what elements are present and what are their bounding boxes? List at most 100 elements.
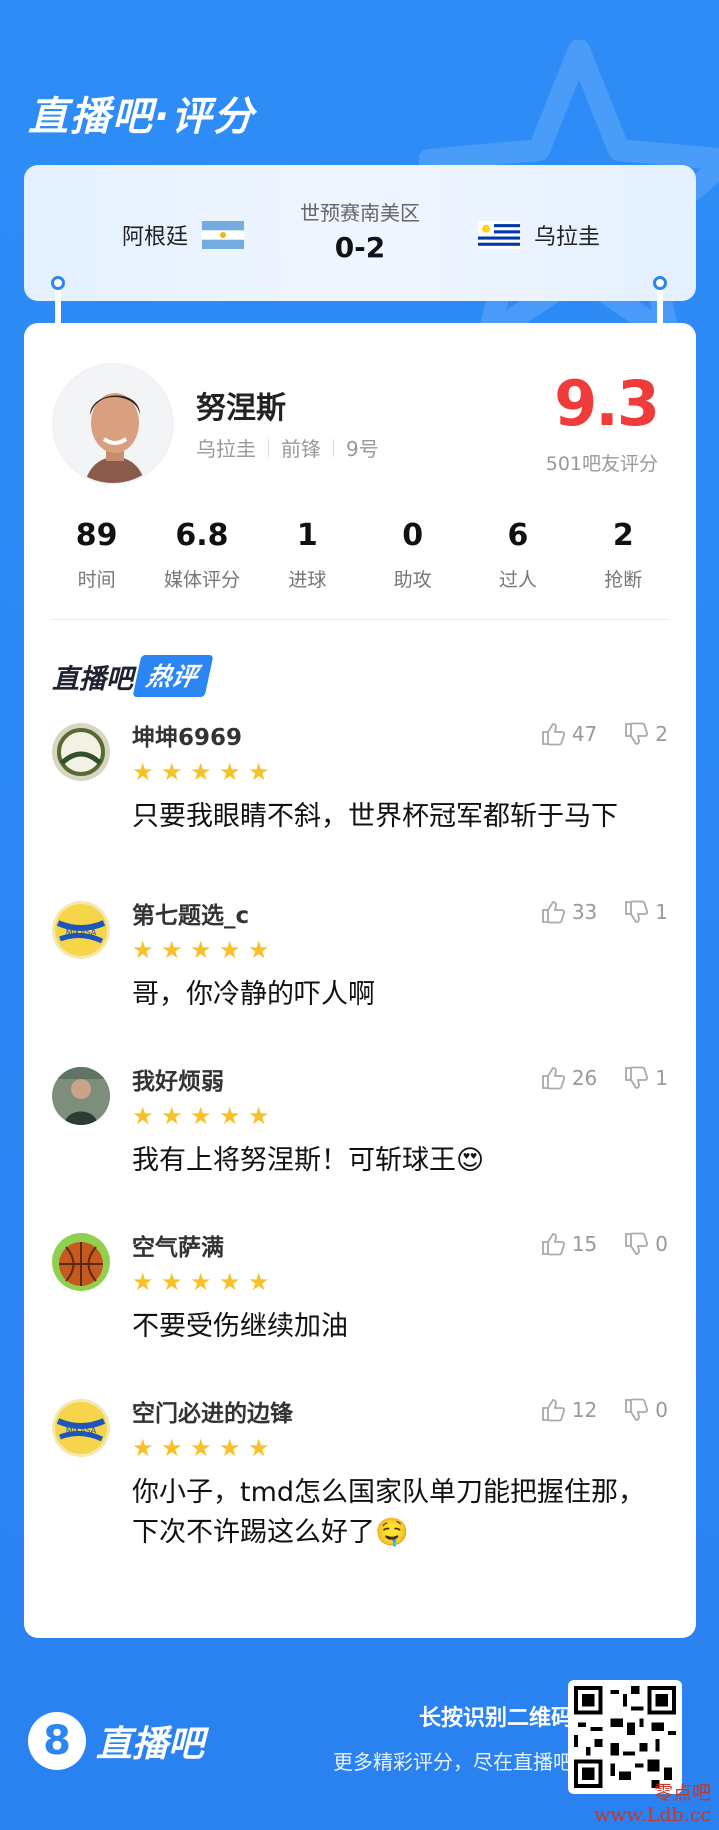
divider <box>52 619 668 620</box>
star-icon: ★ <box>248 1268 270 1296</box>
like-count: 33 <box>571 900 598 924</box>
star-icon: ★ <box>219 1434 241 1462</box>
dislike-button[interactable]: 0 <box>623 1231 668 1257</box>
stat-dribbles: 6 过人 <box>465 513 570 592</box>
dislike-button[interactable]: 1 <box>623 899 668 925</box>
away-team-name: 乌拉圭 <box>533 225 600 250</box>
commenter-avatar: MIKASA <box>52 1399 110 1457</box>
qr-cta-subtitle: 更多精彩评分，尽在直播吧 <box>333 1750 573 1774</box>
watermark-line1: 零点吧 <box>653 1782 711 1804</box>
comment-item: 我好烦弱 ★ ★ ★ ★ ★ 我有上将努涅斯！可斩球王😍 26 1 <box>52 1065 668 1231</box>
stat-tackles: 2 抢断 <box>571 513 676 592</box>
star-icon: ★ <box>190 1434 212 1462</box>
logo-mark: 8 <box>28 1712 86 1770</box>
star-icon: ★ <box>132 1268 154 1296</box>
comment-actions: 15 0 <box>540 1231 668 1257</box>
dislike-count: 2 <box>655 722 668 746</box>
stats-row: 89 时间 6.8 媒体评分 1 进球 0 助攻 6 过人 2 抢断 <box>44 513 676 592</box>
star-icon: ★ <box>248 1434 270 1462</box>
star-icon: ★ <box>190 1268 212 1296</box>
like-button[interactable]: 33 <box>540 899 597 925</box>
star-icon: ★ <box>161 1102 183 1130</box>
like-count: 47 <box>571 722 598 746</box>
stat-value: 6 <box>507 518 529 553</box>
footer-logo: 8 直播吧 <box>28 1712 204 1770</box>
comment-text: 只要我眼睛不斜，世界杯冠军都斩于马下 <box>132 801 618 832</box>
thumbs-up-icon <box>541 901 565 924</box>
player-rating: 9.3 <box>554 367 660 440</box>
stat-assists: 0 助攻 <box>360 513 465 592</box>
stat-goals: 1 进球 <box>255 513 360 592</box>
qr-code[interactable] <box>568 1680 682 1794</box>
stat-minutes: 89 时间 <box>44 513 149 592</box>
like-button[interactable]: 26 <box>540 1065 597 1091</box>
uruguay-flag-icon <box>477 221 520 249</box>
stat-label: 过人 <box>498 569 537 591</box>
star-icon: ★ <box>132 758 154 786</box>
hot-comments-header: 直播吧 热评 <box>52 655 214 697</box>
stat-label: 时间 <box>77 569 116 591</box>
star-icon: ★ <box>132 1434 154 1462</box>
thumbs-down-icon <box>625 722 649 745</box>
commenter-avatar <box>52 1233 110 1291</box>
comment-text: 哥，你冷静的吓人啊 <box>132 979 375 1010</box>
star-icon: ★ <box>161 936 183 964</box>
star-icon: ★ <box>219 936 241 964</box>
dislike-count: 0 <box>655 1232 668 1256</box>
player-team: 乌拉圭 <box>196 437 256 461</box>
logo-text: 直播吧 <box>96 1724 205 1765</box>
player-position: 前锋 <box>281 437 321 461</box>
dislike-button[interactable]: 1 <box>623 1065 668 1091</box>
like-button[interactable]: 47 <box>540 721 597 747</box>
star-icon: ★ <box>190 758 212 786</box>
comment-text: 我有上将努涅斯！可斩球王😍 <box>132 1145 485 1176</box>
hot-header-brand: 直播吧 <box>52 663 133 695</box>
like-button[interactable]: 15 <box>540 1231 597 1257</box>
star-icon: ★ <box>248 936 270 964</box>
svg-text:MIKASA: MIKASA <box>66 928 97 937</box>
thumbs-up-icon <box>541 1399 565 1422</box>
comment-star-rating: ★ ★ ★ ★ ★ <box>132 936 668 964</box>
comment-item: 坤坤6969 ★ ★ ★ ★ ★ 只要我眼睛不斜，世界杯冠军都斩于马下 47 2 <box>52 721 668 887</box>
star-icon: ★ <box>219 758 241 786</box>
commenter-avatar <box>52 723 110 781</box>
player-avatar <box>52 363 174 485</box>
like-count: 26 <box>571 1066 598 1090</box>
stat-label: 进球 <box>288 569 327 591</box>
comment-list: 坤坤6969 ★ ★ ★ ★ ★ 只要我眼睛不斜，世界杯冠军都斩于马下 47 2 MIK… <box>52 721 668 1597</box>
star-icon: ★ <box>190 1102 212 1130</box>
dislike-button[interactable]: 2 <box>623 721 668 747</box>
player-meta: 乌拉圭 前锋 9号 <box>196 433 379 462</box>
stat-label: 助攻 <box>393 569 432 591</box>
star-icon: ★ <box>248 1102 270 1130</box>
player-name: 努涅斯 <box>196 391 286 426</box>
watermark: 零点吧 www.Ldb.cc <box>594 1782 711 1826</box>
comment-actions: 47 2 <box>540 721 668 747</box>
star-icon: ★ <box>219 1102 241 1130</box>
svg-text:MIKASA: MIKASA <box>66 1426 97 1435</box>
stat-value: 6.8 <box>175 518 229 553</box>
like-button[interactable]: 12 <box>540 1397 597 1423</box>
comment-item: MIKASA 空门必进的边锋 ★ ★ ★ ★ ★ 你小子，tmd怎么国家队单刀能把握住那… <box>52 1397 668 1597</box>
card-ring-left <box>51 276 65 290</box>
star-icon: ★ <box>132 1102 154 1130</box>
star-icon: ★ <box>161 758 183 786</box>
dislike-count: 0 <box>655 1398 668 1422</box>
comment-star-rating: ★ ★ ★ ★ ★ <box>132 1102 668 1130</box>
dislike-button[interactable]: 0 <box>623 1397 668 1423</box>
app-title: 直播吧·评分 <box>28 94 256 140</box>
rating-count: 501吧友评分 <box>545 453 658 475</box>
dislike-count: 1 <box>655 1066 668 1090</box>
player-number: 9号 <box>346 437 379 461</box>
thumbs-up-icon <box>541 1233 565 1256</box>
comment-item: MIKASA 第七题选_c ★ ★ ★ ★ ★ 哥，你冷静的吓人啊 33 1 <box>52 899 668 1065</box>
comment-star-rating: ★ ★ ★ ★ ★ <box>132 1268 668 1296</box>
hot-header-badge: 热评 <box>132 655 214 697</box>
like-count: 12 <box>571 1398 598 1422</box>
qr-cta-title: 长按识别二维码 <box>418 1706 573 1731</box>
commenter-avatar: MIKASA <box>52 901 110 959</box>
meta-separator <box>268 438 269 457</box>
star-icon: ★ <box>219 1268 241 1296</box>
stat-value: 0 <box>402 518 424 553</box>
commenter-avatar <box>52 1067 110 1125</box>
